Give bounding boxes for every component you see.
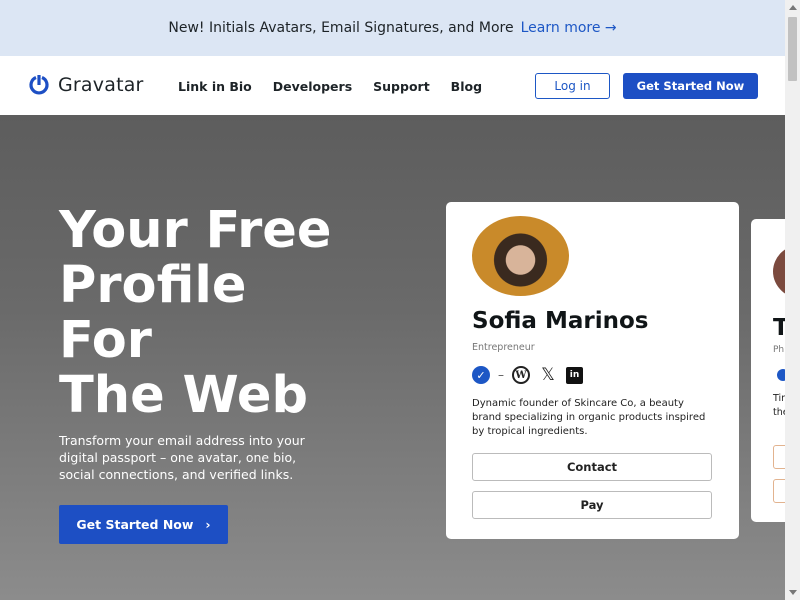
profile-card-partial: T Ph Tir the	[751, 219, 785, 522]
avatar	[472, 216, 569, 296]
profile-bio: Dynamic founder of Skincare Co, a beauty…	[472, 398, 706, 437]
profile-role: Ph	[773, 345, 785, 355]
hero-title-line: Profile	[59, 256, 247, 315]
hero-title-line: For	[59, 311, 152, 370]
contact-button[interactable]	[773, 445, 785, 469]
gravatar-logo[interactable]: Gravatar	[27, 73, 144, 97]
nav-item-link-in-bio[interactable]: Link in Bio	[178, 79, 252, 94]
hero-title-line: Your Free	[59, 201, 332, 260]
get-started-nav-button[interactable]: Get Started Now	[623, 73, 758, 99]
profile-bio: Tir the	[773, 392, 785, 420]
scrollbar[interactable]	[785, 0, 800, 600]
top-nav: Gravatar Link in Bio Developers Support …	[0, 56, 785, 115]
nav-item-developers[interactable]: Developers	[273, 79, 352, 94]
wordpress-icon[interactable]: W	[512, 366, 530, 384]
hero-section: Your Free Profile For The Web Transform …	[0, 115, 785, 600]
announcement-banner: New! Initials Avatars, Email Signatures,…	[0, 0, 785, 56]
separator: –	[498, 368, 504, 382]
verified-badge-icon: ✓	[472, 366, 490, 384]
scroll-thumb[interactable]	[788, 17, 797, 81]
gravatar-logo-icon	[29, 75, 49, 95]
profile-name: T	[773, 315, 785, 341]
linkedin-icon[interactable]: in	[566, 366, 583, 384]
profile-card: Sofia Marinos Entrepreneur ✓ – W 𝕏 in Dy…	[446, 202, 739, 539]
chevron-right-icon: ›	[205, 517, 211, 532]
scroll-up-icon[interactable]	[789, 5, 797, 10]
nav-item-support[interactable]: Support	[373, 79, 430, 94]
scroll-down-icon[interactable]	[789, 590, 797, 595]
profile-name: Sofia Marinos	[472, 308, 649, 334]
learn-more-link[interactable]: Learn more →	[521, 20, 617, 36]
bio-line: Tir	[773, 393, 785, 404]
get-started-hero-button[interactable]: Get Started Now ›	[59, 505, 228, 544]
hero-cta-label: Get Started Now	[76, 517, 194, 532]
profile-role: Entrepreneur	[472, 342, 535, 353]
banner-text: New! Initials Avatars, Email Signatures,…	[168, 20, 514, 36]
bio-line: the	[773, 407, 785, 418]
logo-text: Gravatar	[58, 74, 144, 96]
contact-button[interactable]: Contact	[472, 453, 712, 481]
avatar	[773, 244, 785, 299]
profile-icons: ✓ – W 𝕏 in	[472, 365, 583, 385]
x-icon[interactable]: 𝕏	[538, 365, 558, 385]
login-button[interactable]: Log in	[535, 73, 610, 99]
main-menu: Link in Bio Developers Support Blog	[178, 79, 482, 94]
pay-button[interactable]	[773, 479, 785, 503]
pay-button[interactable]: Pay	[472, 491, 712, 519]
verified-badge-icon	[777, 369, 785, 381]
hero-title-line: The Web	[59, 366, 308, 425]
hero-title: Your Free Profile For The Web	[59, 203, 399, 423]
hero-subtitle: Transform your email address into your d…	[59, 433, 305, 482]
nav-item-blog[interactable]: Blog	[451, 79, 482, 94]
